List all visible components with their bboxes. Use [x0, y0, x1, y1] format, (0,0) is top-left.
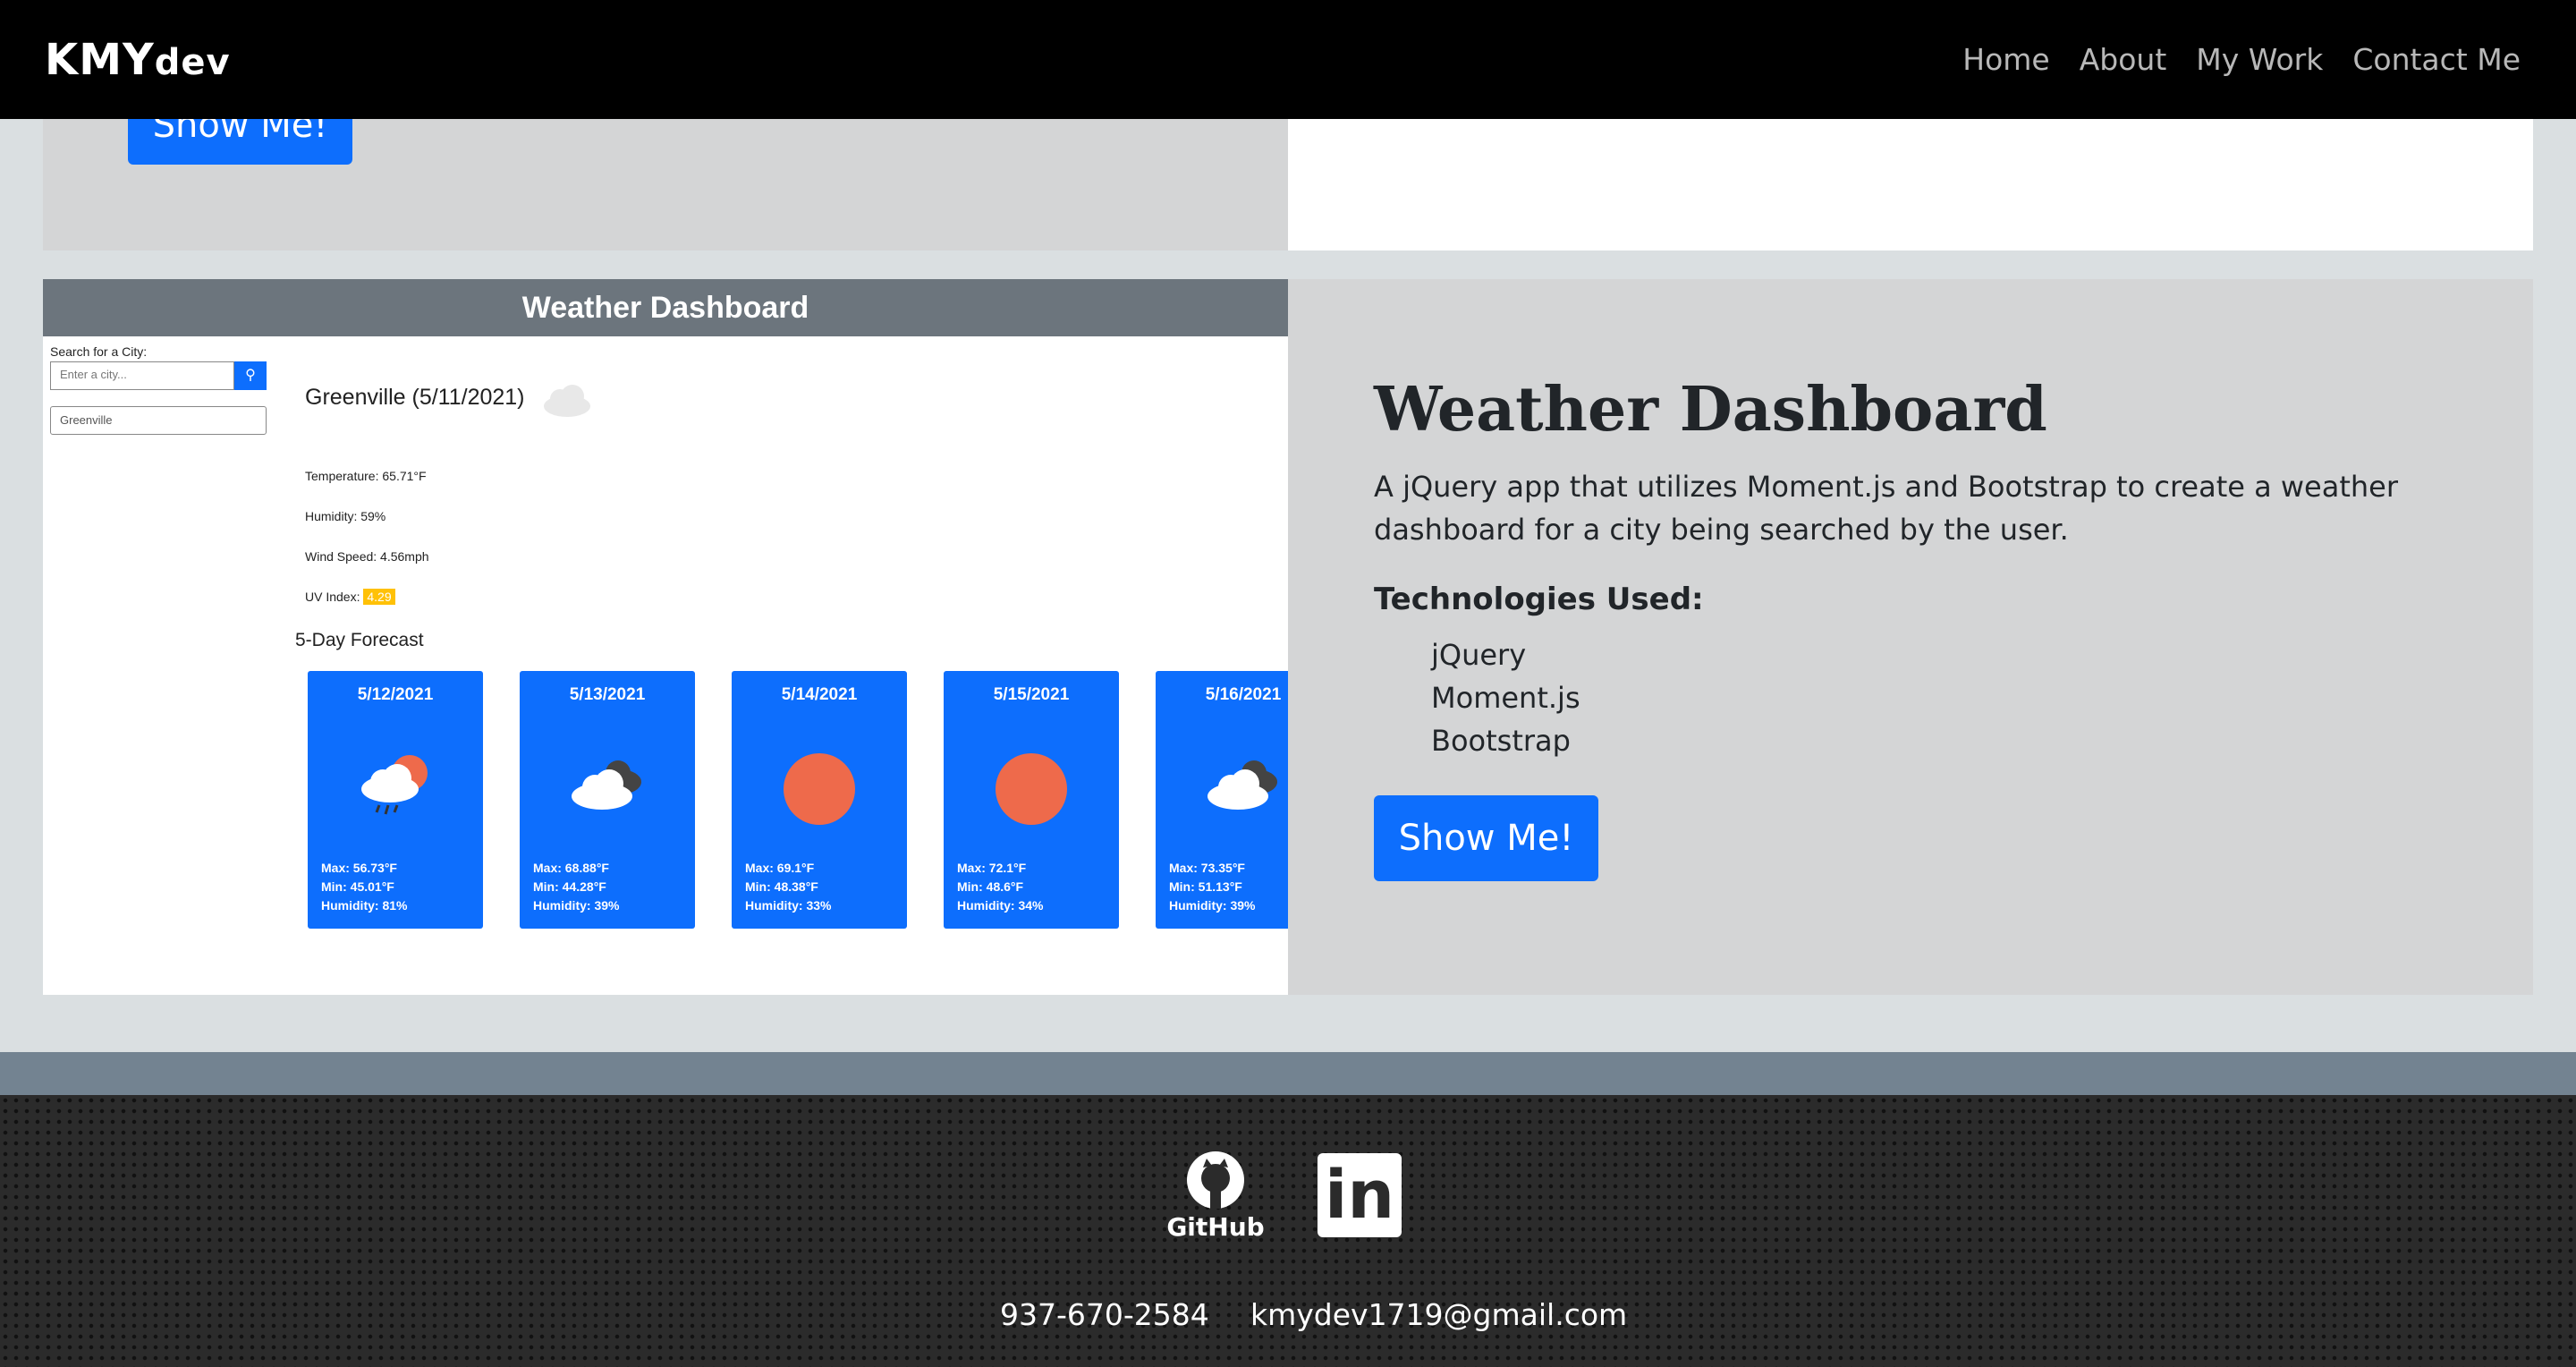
cloudy-icon: [1208, 760, 1277, 810]
linkedin-icon[interactable]: in: [1318, 1153, 1402, 1237]
forecast-max: Max: 68.88°F: [533, 861, 609, 875]
contact-email[interactable]: kmydev1719@gmail.com: [1250, 1297, 1627, 1332]
nav-contact-me[interactable]: Contact Me: [2352, 42, 2521, 77]
forecast-min: Min: 51.13°F: [1169, 879, 1242, 894]
screenshot-search-label: Search for a City:: [50, 344, 148, 359]
screenshot-history-item: Greenville: [50, 406, 267, 435]
brand-small: dev: [154, 41, 231, 83]
footer-divider: [0, 1052, 2576, 1095]
project-title: Weather Dashboard: [1374, 374, 2047, 446]
github-icon: [1187, 1151, 1244, 1209]
forecast-values: Max: 68.88°F Min: 44.28°F Humidity: 39%: [533, 859, 619, 915]
forecast-max: Max: 56.73°F: [321, 861, 397, 875]
contact-phone[interactable]: 937-670-2584: [1000, 1297, 1209, 1332]
forecast-max: Max: 72.1°F: [957, 861, 1027, 875]
tech-item: Moment.js: [1431, 681, 1580, 715]
forecast-date: 5/14/2021: [781, 685, 858, 704]
forecast-humidity: Humidity: 81%: [321, 898, 408, 913]
forecast-card: 5/13/2021 Max: 68.88°F Min: 44.28°F Humi…: [520, 671, 695, 929]
forecast-humidity: Humidity: 34%: [957, 898, 1044, 913]
nav-home[interactable]: Home: [1962, 42, 2049, 77]
forecast-card: 5/15/2021 Max: 72.1°F Min: 48.6°F Humidi…: [944, 671, 1119, 929]
tech-item: jQuery: [1431, 638, 1527, 672]
github-label: GitHub: [1166, 1212, 1265, 1242]
forecast-min: Min: 48.6°F: [957, 879, 1024, 894]
github-link[interactable]: GitHub: [1166, 1150, 1265, 1243]
tech-item: Bootstrap: [1431, 724, 1571, 758]
cloud-icon: [544, 385, 590, 417]
forecast-date: 5/13/2021: [569, 685, 646, 704]
brand-main: KMY: [45, 34, 155, 85]
forecast-max: Max: 73.35°F: [1169, 861, 1245, 875]
tech-heading: Technologies Used:: [1374, 582, 1704, 617]
forecast-card: 5/12/2021 Max: 56.73°F Min: 45.01°F Humi…: [308, 671, 483, 929]
forecast-min: Min: 44.28°F: [533, 879, 606, 894]
forecast-date: 5/16/2021: [1205, 685, 1282, 704]
forecast-title: 5-Day Forecast: [295, 630, 424, 650]
project-info: Weather Dashboard A jQuery app that util…: [1288, 279, 2533, 995]
screenshot-wind: Wind Speed: 4.56mph: [305, 549, 429, 564]
forecast-values: Max: 69.1°F Min: 48.38°F Humidity: 33%: [745, 859, 831, 915]
cloudy-icon: [572, 760, 641, 810]
nav-about[interactable]: About: [2080, 42, 2167, 77]
screenshot-header: Weather Dashboard: [43, 279, 1288, 336]
forecast-date: 5/12/2021: [357, 685, 434, 704]
forecast-min: Min: 48.38°F: [745, 879, 818, 894]
screenshot-search-icon: ⚲: [234, 361, 267, 390]
previous-project-image: [1288, 119, 2533, 250]
forecast-max: Max: 69.1°F: [745, 861, 815, 875]
forecast-humidity: Humidity: 39%: [1169, 898, 1256, 913]
screenshot-temperature: Temperature: 65.71°F: [305, 469, 427, 483]
show-me-button[interactable]: Show Me!: [1374, 795, 1598, 881]
forecast-min: Min: 45.01°F: [321, 879, 394, 894]
screenshot-uv: UV Index: 4.29: [305, 589, 395, 605]
nav-my-work[interactable]: My Work: [2196, 42, 2323, 77]
forecast-humidity: Humidity: 33%: [745, 898, 832, 913]
rain-sun-icon: [361, 755, 428, 815]
forecast-values: Max: 72.1°F Min: 48.6°F Humidity: 34%: [957, 859, 1043, 915]
nav-links: Home About My Work Contact Me: [1962, 42, 2521, 77]
navbar: KMYdev Home About My Work Contact Me: [0, 0, 2576, 119]
forecast-date: 5/15/2021: [993, 685, 1070, 704]
uv-label: UV Index:: [305, 590, 360, 604]
sun-icon: [996, 753, 1067, 825]
tech-list: jQuery Moment.js Bootstrap: [1431, 633, 1580, 762]
forecast-card: 5/16/2021 Max: 73.35°F Min: 51.13°F Humi…: [1156, 671, 1288, 929]
forecast-card: 5/14/2021 Max: 69.1°F Min: 48.38°F Humid…: [732, 671, 907, 929]
forecast-humidity: Humidity: 39%: [533, 898, 620, 913]
forecast-values: Max: 73.35°F Min: 51.13°F Humidity: 39%: [1169, 859, 1255, 915]
sun-icon: [784, 753, 855, 825]
project-description: A jQuery app that utilizes Moment.js and…: [1374, 470, 2399, 547]
screenshot-humidity: Humidity: 59%: [305, 509, 386, 523]
project-screenshot: Weather Dashboard Search for a City: Ent…: [43, 279, 1288, 995]
screenshot-search-input: Enter a city...: [50, 361, 234, 390]
screenshot-city: Greenville (5/11/2021): [305, 385, 525, 410]
forecast-values: Max: 56.73°F Min: 45.01°F Humidity: 81%: [321, 859, 407, 915]
uv-badge: 4.29: [363, 589, 395, 605]
brand-logo[interactable]: KMYdev: [45, 35, 231, 85]
